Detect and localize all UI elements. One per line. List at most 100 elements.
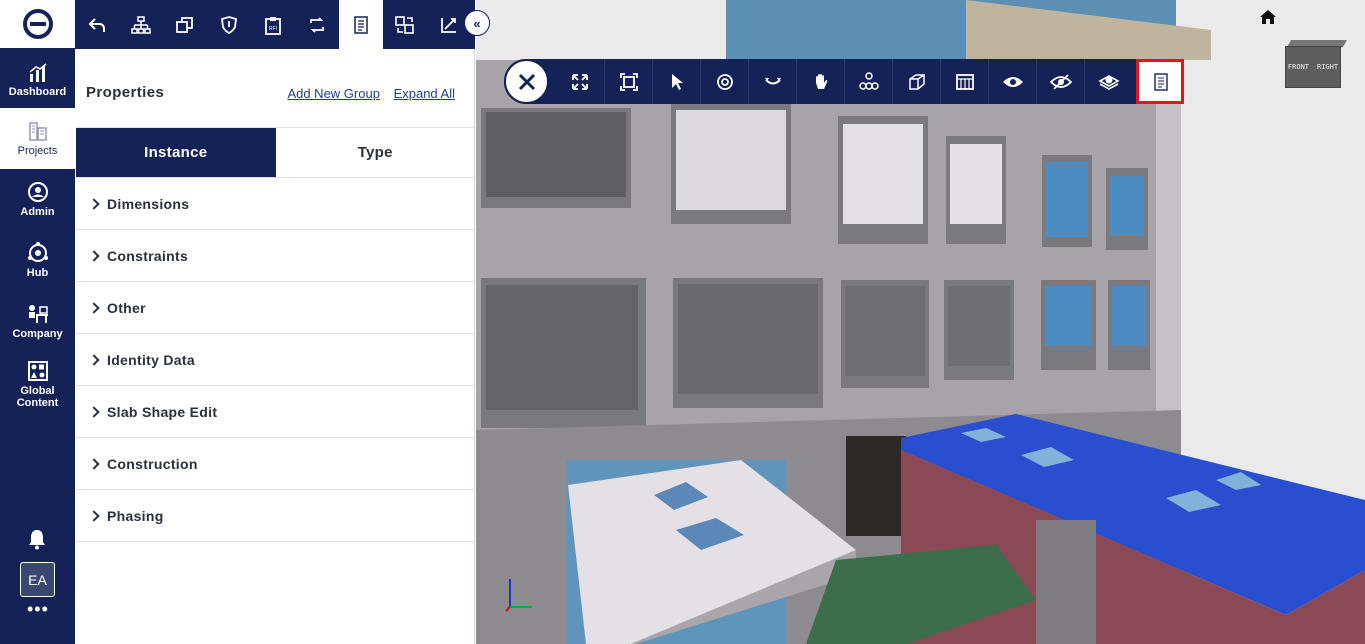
nav-projects-label: Projects — [17, 145, 58, 157]
orbit-icon — [716, 73, 733, 90]
nav-hub-label: Hub — [26, 266, 49, 279]
left-nav: Dashboard Projects Admin Hub Company Glo… — [0, 0, 75, 644]
shield-icon — [221, 15, 237, 34]
measure-icon — [441, 17, 456, 33]
more-icon[interactable]: ••• — [27, 600, 49, 618]
add-new-group-link[interactable]: Add New Group — [287, 86, 380, 101]
model-viewer[interactable]: FRONT RIGHT — [476, 0, 1365, 644]
tab-instance[interactable]: Instance — [76, 128, 276, 177]
nav-dashboard[interactable]: Dashboard — [0, 51, 75, 109]
group-label: Identity Data — [107, 351, 195, 368]
fit-frame-icon — [619, 72, 638, 91]
rfi-button[interactable]: RFI — [251, 0, 295, 49]
home-icon[interactable] — [1259, 9, 1277, 25]
section-box-button[interactable] — [892, 59, 940, 104]
chevron-right-icon — [88, 509, 100, 522]
chevron-right-icon — [88, 353, 100, 366]
copy-button[interactable] — [163, 0, 207, 49]
section-plane-button[interactable] — [940, 59, 988, 104]
eye-off-icon — [1049, 73, 1072, 90]
undo-arrow-icon — [88, 17, 105, 32]
chevron-right-icon — [88, 301, 100, 314]
axis-triad-icon — [505, 579, 532, 612]
close-button[interactable] — [504, 59, 549, 104]
expand-all-link[interactable]: Expand All — [394, 86, 455, 101]
group-dimensions[interactable]: Dimensions — [76, 178, 475, 230]
copy-icon — [176, 16, 193, 33]
sync-icon — [310, 16, 324, 33]
svg-text:RFI: RFI — [269, 26, 277, 32]
collapse-panel-button[interactable]: « — [464, 10, 490, 36]
show-button[interactable] — [988, 59, 1036, 104]
group-construction[interactable]: Construction — [76, 438, 475, 490]
nav-admin[interactable]: Admin — [0, 170, 75, 228]
look-button[interactable] — [748, 59, 796, 104]
view-cube-front-label: FRONT — [1287, 63, 1309, 71]
nav-company[interactable]: Company — [0, 292, 75, 350]
chart-icon — [29, 62, 46, 82]
expand-arrows-icon — [572, 73, 588, 90]
hierarchy-button[interactable] — [119, 0, 163, 49]
chevron-right-icon — [88, 249, 100, 262]
chevron-right-icon — [88, 197, 100, 210]
group-slab-shape-edit[interactable]: Slab Shape Edit — [76, 386, 475, 438]
sync-button[interactable] — [295, 0, 339, 49]
section-plane-icon — [955, 73, 974, 90]
layers-eye-icon — [1097, 74, 1120, 90]
tab-type[interactable]: Type — [276, 128, 476, 177]
avatar[interactable]: EA — [20, 562, 55, 597]
group-phasing[interactable]: Phasing — [76, 490, 475, 542]
chevron-right-icon — [88, 405, 100, 418]
nav-global-content[interactable]: Global Content — [0, 353, 75, 415]
document-icon — [1153, 72, 1168, 91]
hide-button[interactable] — [1036, 59, 1084, 104]
panel-title: Properties — [86, 84, 165, 101]
viewer-toolbar — [504, 59, 1184, 104]
view-cube-right-label: RIGHT — [1317, 63, 1339, 71]
view-cube[interactable]: FRONT RIGHT — [1285, 40, 1348, 88]
hierarchy-icon — [131, 15, 151, 34]
buildings-icon — [28, 122, 47, 141]
properties-button[interactable] — [339, 0, 383, 49]
fullscreen-button[interactable] — [556, 59, 604, 104]
model-tree-button[interactable] — [844, 59, 892, 104]
layers-button[interactable] — [1084, 59, 1132, 104]
group-label: Constraints — [107, 247, 189, 264]
orbit-button[interactable] — [700, 59, 748, 104]
rfi-clipboard-icon: RFI — [265, 16, 281, 35]
shield-button[interactable] — [207, 0, 251, 49]
view-cube-face: FRONT RIGHT — [1285, 46, 1341, 88]
nav-global-content-label: Global Content — [16, 384, 59, 409]
group-other[interactable]: Other — [76, 282, 475, 334]
company-icon — [28, 304, 48, 323]
model-tree-icon — [858, 71, 879, 90]
group-constraints[interactable]: Constraints — [76, 230, 475, 282]
properties-panel: RFI Properties Add New Group Expand All … — [75, 0, 475, 644]
property-groups: Dimensions Constraints Other Identity Da… — [76, 178, 475, 542]
close-icon — [518, 73, 535, 90]
pointer-icon — [671, 73, 683, 90]
nav-hub[interactable]: Hub — [0, 231, 75, 289]
logo[interactable] — [0, 0, 75, 48]
select-button[interactable] — [652, 59, 700, 104]
compare-button[interactable] — [383, 0, 427, 49]
nav-company-label: Company — [12, 327, 63, 340]
group-identity-data[interactable]: Identity Data — [76, 334, 475, 386]
global-content-icon — [27, 360, 48, 381]
hub-icon — [27, 241, 48, 262]
properties-toggle-button[interactable] — [1136, 59, 1184, 104]
fit-view-button[interactable] — [604, 59, 652, 104]
group-label: Slab Shape Edit — [107, 403, 218, 420]
nav-projects[interactable]: Projects — [0, 108, 75, 169]
group-label: Other — [107, 299, 146, 316]
pan-button[interactable] — [796, 59, 844, 104]
nav-admin-label: Admin — [20, 205, 55, 218]
back-button[interactable] — [75, 0, 119, 49]
group-label: Dimensions — [107, 195, 190, 212]
bell-icon[interactable] — [26, 528, 48, 550]
eye-icon — [1002, 76, 1023, 87]
admin-icon — [27, 181, 48, 202]
group-label: Construction — [107, 455, 198, 472]
nav-dashboard-label: Dashboard — [8, 85, 67, 98]
panel-toolbar: RFI — [75, 0, 475, 49]
